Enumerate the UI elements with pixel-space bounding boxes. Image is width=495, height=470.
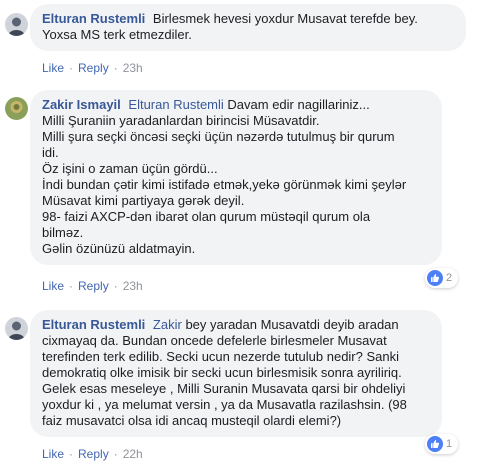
comment-bubble: Zakir Ismayil Elturan Rustemli Davam edi… xyxy=(30,90,442,265)
comment-author[interactable]: Elturan Rustemli xyxy=(42,11,145,26)
reply-button[interactable]: Reply xyxy=(78,447,109,461)
reaction-count[interactable]: 2 xyxy=(425,268,459,288)
comment-bubble: Elturan Rustemli Zakir bey yaradan Musav… xyxy=(30,310,442,437)
mention-link[interactable]: Zakir xyxy=(153,317,182,332)
reply-button[interactable]: Reply xyxy=(78,61,109,75)
timestamp[interactable]: 22h xyxy=(123,447,143,461)
timestamp[interactable]: 23h xyxy=(123,61,143,75)
avatar[interactable] xyxy=(5,13,28,36)
comment-text: 98- faizi AXCP-dən ibarət olan qurum müs… xyxy=(42,209,371,224)
comment-text: Davam edir nagillariniz... xyxy=(227,97,370,112)
comment-author[interactable]: Zakir Ismayil xyxy=(42,97,121,112)
separator: · xyxy=(69,279,74,293)
like-button[interactable]: Like xyxy=(42,279,64,293)
separator: · xyxy=(113,279,118,293)
comment-text: Müsavat kimi partiyaya gərək deyil. xyxy=(42,193,245,208)
comment-text: bilməz. xyxy=(42,225,84,240)
comment-actions: Like · Reply · 23h xyxy=(42,279,143,293)
like-button[interactable]: Like xyxy=(42,61,64,75)
comment-text: yoxdur ki , ya melumat versin , ya da Mu… xyxy=(42,397,407,412)
thumbs-up-icon xyxy=(427,436,443,452)
comment-text: Gəlin özünüzü aldatmayin. xyxy=(42,241,196,256)
reaction-count[interactable]: 1 xyxy=(425,434,459,454)
mention-link[interactable]: Elturan Rustemli xyxy=(128,97,223,112)
reaction-number: 2 xyxy=(446,272,453,284)
comment-actions: Like · Reply · 22h xyxy=(42,447,143,461)
comment-text: Milli şura seçki öncəsi seçki üçün nəzər… xyxy=(42,129,395,144)
timestamp[interactable]: 23h xyxy=(123,279,143,293)
separator: · xyxy=(69,61,74,75)
like-button[interactable]: Like xyxy=(42,447,64,461)
comment-bubble: Elturan Rustemli Birlesmek hevesi yoxdur… xyxy=(30,4,466,51)
comment-text: İndi bundan çətir kimi istifadə etmək,ye… xyxy=(42,177,407,192)
comment-text: Gelek esas meseleye , Milli Suranin Musa… xyxy=(42,381,406,396)
comment: Zakir Ismayil Elturan Rustemli Davam edi… xyxy=(0,88,495,300)
comment-actions: Like · Reply · 23h xyxy=(42,61,143,75)
thumbs-up-icon xyxy=(427,270,443,286)
comment-text: faiz musavatci olsa idi ancaq musteqil o… xyxy=(42,413,342,428)
avatar[interactable] xyxy=(5,317,28,340)
comment: Elturan Rustemli Zakir bey yaradan Musav… xyxy=(0,308,495,470)
comment: Elturan Rustemli Birlesmek hevesi yoxdur… xyxy=(0,0,495,80)
separator: · xyxy=(69,447,74,461)
comment-author[interactable]: Elturan Rustemli xyxy=(42,317,145,332)
comment-text: Öz işini o zaman üçün gördü... xyxy=(42,161,218,176)
comment-text: bey yaradan Musavatdi deyib aradan xyxy=(185,317,399,332)
comment-text: cixmayaq da. Bundan oncede defelerle bir… xyxy=(42,333,387,348)
comment-text: Birlesmek hevesi yoxdur Musavat terefde … xyxy=(152,11,418,26)
comment-text: Milli Şuraniin yaradanlardan birincisi M… xyxy=(42,113,320,128)
reaction-number: 1 xyxy=(446,438,453,450)
comment-text: idi. xyxy=(42,145,59,160)
avatar[interactable] xyxy=(5,97,28,120)
reply-button[interactable]: Reply xyxy=(78,279,109,293)
comment-text: Yoxsa MS terk etmezdiler. xyxy=(42,27,192,42)
separator: · xyxy=(113,61,118,75)
separator: · xyxy=(113,447,118,461)
comment-text: demokratiq olke imisik bir secki ucun bi… xyxy=(42,365,402,380)
comment-text: terefinden terk edilib. Secki ucun nezer… xyxy=(42,349,399,364)
